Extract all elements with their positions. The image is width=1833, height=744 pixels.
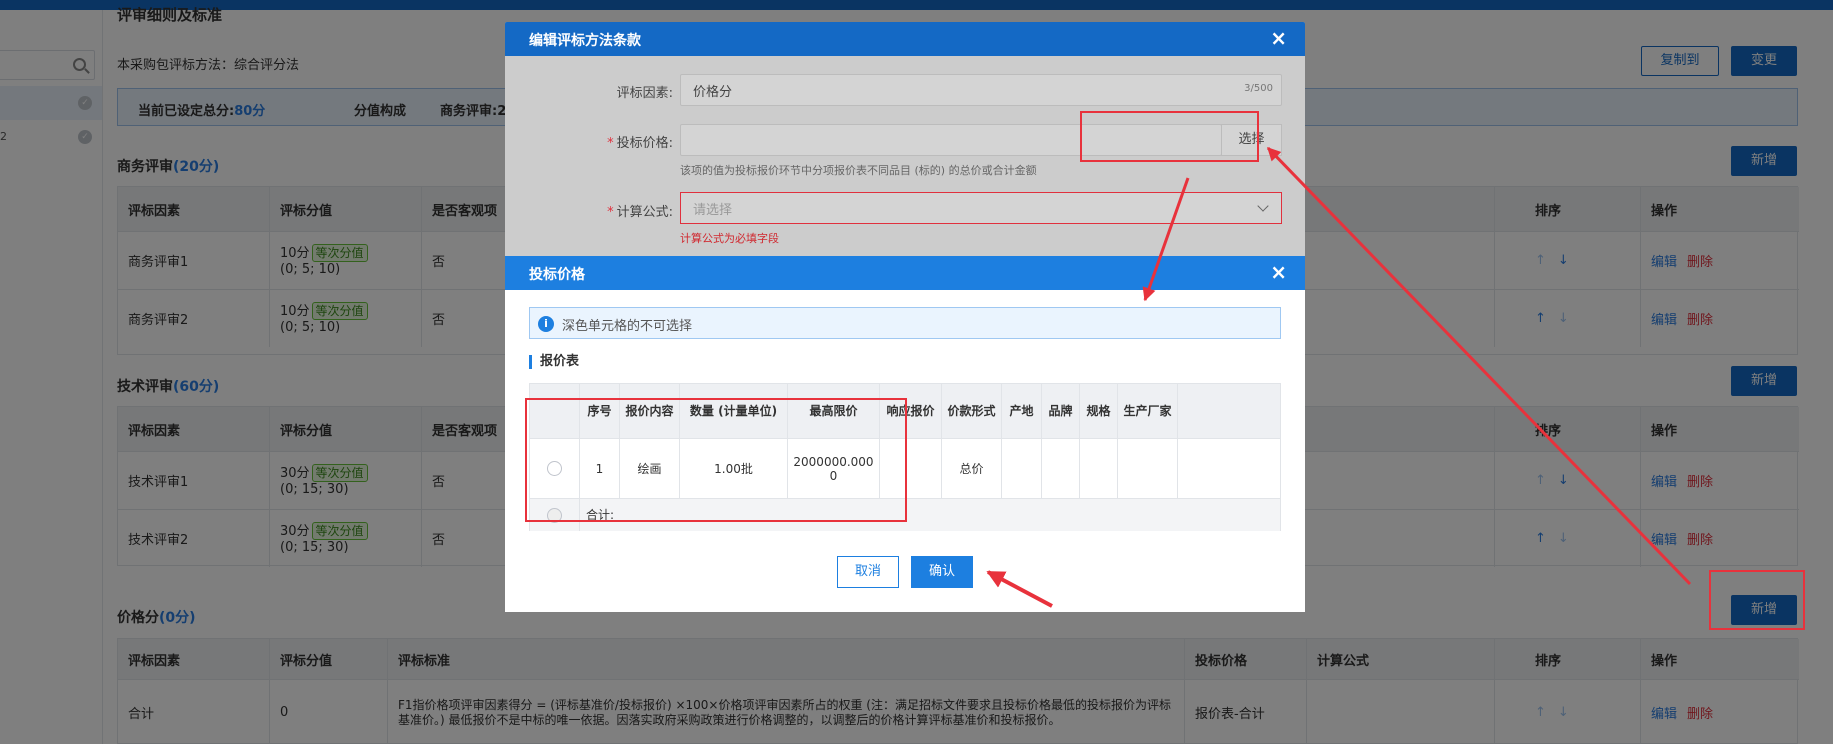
chevron-down-icon (1257, 200, 1269, 212)
total-row: 合计: (530, 498, 1280, 531)
char-counter: 3/500 (1244, 83, 1273, 94)
formula-select[interactable]: 请选择 (680, 192, 1282, 224)
header-spec: 规格 (1080, 384, 1118, 438)
dialog-header: 投标价格 × (505, 256, 1305, 290)
no-cell: 1 (580, 439, 620, 498)
formula-placeholder: 请选择 (693, 202, 733, 218)
header-brand: 品牌 (1042, 384, 1080, 438)
factor-label: 评标因素: (616, 86, 673, 101)
table-row: 1 绘画 1.00批 2000000.0000 总价 (530, 438, 1280, 498)
row-radio[interactable] (547, 461, 562, 476)
header-limit: 最高限价 (788, 384, 880, 438)
dialog-title: 编辑评标方法条款 (529, 33, 641, 49)
qty-cell: 1.00批 (680, 439, 788, 498)
factor-value: 价格分 (693, 84, 733, 100)
bid-price-hint: 该项的值为投标报价环节中分项报价表不同品目 (标的) 的总价或合计金额 (680, 164, 1037, 177)
header-radio (530, 384, 580, 438)
header-price-form: 价款形式 (942, 384, 1002, 438)
header-content: 报价内容 (620, 384, 680, 438)
info-icon: i (538, 316, 554, 332)
header-origin: 产地 (1002, 384, 1042, 438)
table-header: 序号 报价内容 数量 (计量单位) 最高限价 响应报价 价款形式 产地 品牌 规… (530, 384, 1280, 438)
response-cell (880, 439, 942, 498)
header-maker: 生产厂家 (1118, 384, 1178, 438)
total-label: 合计: (580, 499, 1280, 531)
cancel-button[interactable]: 取消 (837, 556, 899, 588)
select-button[interactable]: 选择 (1221, 124, 1282, 156)
row-radio-cell (530, 439, 580, 498)
header-response: 响应报价 (880, 384, 942, 438)
header-qty: 数量 (计量单位) (680, 384, 788, 438)
factor-input[interactable]: 价格分 3/500 (680, 74, 1282, 106)
bid-price-dialog: 投标价格 × i 深色单元格的不可选择 报价表 序号 报价内容 数量 (计量单位… (505, 256, 1305, 612)
quote-table-title: 报价表 (529, 355, 579, 369)
info-text: 深色单元格的不可选择 (562, 319, 693, 334)
price-form-cell: 总价 (942, 439, 1002, 498)
confirm-button[interactable]: 确认 (911, 556, 973, 588)
bid-price-label: * 投标价格: (607, 136, 673, 151)
total-radio (547, 507, 562, 523)
dialog-title: 投标价格 (529, 267, 585, 283)
close-icon[interactable]: × (1270, 28, 1287, 48)
bid-price-input[interactable] (680, 124, 1222, 156)
quote-table: 序号 报价内容 数量 (计量单位) 最高限价 响应报价 价款形式 产地 品牌 规… (529, 383, 1281, 531)
total-radio-cell (530, 499, 580, 531)
info-alert: i 深色单元格的不可选择 (529, 307, 1281, 339)
brand-cell (1042, 439, 1080, 498)
spec-cell (1080, 439, 1118, 498)
limit-cell: 2000000.0000 (788, 439, 880, 498)
close-icon[interactable]: × (1270, 262, 1287, 282)
formula-label: * 计算公式: (607, 205, 673, 220)
dialog-header: 编辑评标方法条款 × (505, 22, 1305, 56)
content-cell: 绘画 (620, 439, 680, 498)
formula-error: 计算公式为必填字段 (680, 232, 779, 245)
header-no: 序号 (580, 384, 620, 438)
origin-cell (1002, 439, 1042, 498)
maker-cell (1118, 439, 1178, 498)
